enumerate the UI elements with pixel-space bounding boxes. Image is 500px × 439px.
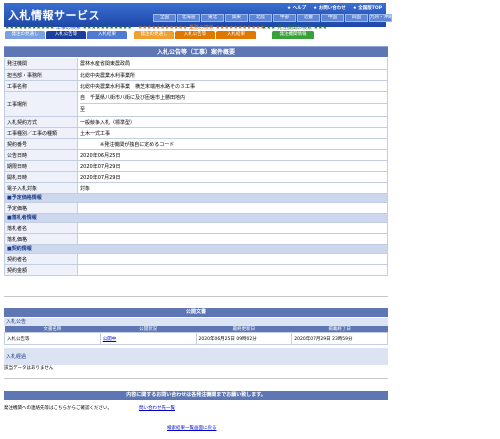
winner-value	[78, 223, 387, 233]
divider	[4, 296, 388, 297]
e-bid-label: 電子入札対象	[5, 183, 78, 193]
table-row: 工事場所 自 千葉県八街市八街に及び匝瑳市上勝田地内 至	[4, 92, 388, 117]
table-row: 入札公告等 公開中 2020年06月25日 09時02分 2020年07月29日…	[4, 332, 388, 345]
utility-links: ★ ヘルプ ★ お問い合わせ ★ 全国版TOP	[287, 5, 382, 11]
deadline-value: 2020年07月29日	[80, 163, 121, 170]
table-row: 公告日時 2020年06月25日	[4, 150, 388, 161]
price-section-header: ■予定価格情報	[4, 194, 388, 203]
notice-date-value: 2020年06月25日	[80, 152, 121, 159]
site-logo[interactable]: 入札情報サービス	[8, 7, 100, 23]
documents-table: 文書名称 公開状況 最終更新日 掲載終了日 入札公告等 公開中 2020年06月…	[4, 326, 388, 345]
agency-label: 発注機関	[5, 58, 78, 69]
region-tab[interactable]: 北海道	[177, 14, 200, 22]
contract-name-value	[78, 254, 387, 264]
tab-services-outlook[interactable]: 発注の見通し	[134, 31, 174, 39]
contact-list-link[interactable]: 問い合わせ先一覧	[139, 405, 175, 411]
tab-construction-notice[interactable]: 入札公告等	[46, 31, 86, 39]
winner-label: 落札者名	[5, 223, 78, 233]
open-date-label: 開札日時	[5, 172, 78, 182]
tab-construction-results[interactable]: 入札結果	[87, 31, 127, 39]
region-tab[interactable]: 四国	[345, 14, 368, 22]
page-title: 入札公告等（工事）案件概要	[4, 46, 388, 57]
documents-header: 公開文書	[4, 308, 388, 317]
table-row: 担当部・事務所 北総中央農業水利事業所	[4, 70, 388, 81]
table-row: 契約者名	[4, 254, 388, 265]
contract-price-value	[78, 265, 387, 275]
table-row: 工事種別／工事の種類 土木一式工事	[4, 128, 388, 139]
region-tab[interactable]: 北陸	[249, 14, 272, 22]
method-label: 入札契約方式	[5, 117, 78, 127]
help-link[interactable]: ★ ヘルプ	[287, 5, 306, 11]
region-tab[interactable]: 中国	[321, 14, 344, 22]
office-value: 北総中央農業水利事業所	[80, 72, 136, 79]
services-search-heading: ★★★★★★★★★★★ 業務の検索 ★★★★★★★★★★★	[138, 25, 265, 31]
region-tab[interactable]: 東北	[201, 14, 224, 22]
contact-link[interactable]: ★ お問い合わせ	[313, 5, 346, 11]
contract-price-label: 契約金額	[5, 265, 78, 275]
table-row: 入札契約方式 一般競争入札（標準型）	[4, 117, 388, 128]
winner-section-header: ■落札者情報	[4, 214, 388, 223]
table-row: 契約金額	[4, 265, 388, 276]
table-row: 開札日時 2020年07月29日	[4, 172, 388, 183]
table-row: 契約番号 ※発注機関が独自に定めるコード	[4, 139, 388, 150]
location-from: 自 千葉県八街市八街に及び匝瑳市上勝田地内	[80, 92, 387, 104]
category-label: 工事種別／工事の種類	[5, 128, 78, 138]
work-name-label: 工事名称	[5, 81, 78, 91]
price-label: 予定価格	[5, 203, 78, 213]
location-to: 至	[80, 107, 86, 113]
notice-date-label: 公告日時	[5, 150, 78, 160]
table-row: 工事名称 北総中央農業水利事業 横芝末端用水路その３工事	[4, 81, 388, 92]
history-empty-text: 該当データはありません	[4, 366, 54, 371]
detail-table: 発注機関 農林水産省関東農政局 担当部・事務所 北総中央農業水利事業所 工事名称…	[4, 58, 388, 276]
category-value: 土木一式工事	[80, 130, 111, 137]
code-label: 契約番号	[5, 139, 78, 149]
region-tab[interactable]: 近畿	[297, 14, 320, 22]
price-value	[78, 203, 387, 213]
winner-price-value	[78, 234, 387, 244]
doc-status-link[interactable]: 公開中	[103, 337, 117, 342]
tab-orderer-info[interactable]: 発注機関情報	[272, 31, 314, 39]
table-row: 期限日時 2020年07月29日	[4, 161, 388, 172]
orderer-search-heading: ★★★ 発注機関の検索 ★★★	[262, 25, 328, 31]
region-tab[interactable]: 九州・沖縄	[369, 14, 392, 22]
open-date-value: 2020年07月29日	[80, 174, 121, 181]
table-row: 発注機関 農林水産省関東農政局	[4, 58, 388, 70]
region-tab[interactable]: 中部	[273, 14, 296, 22]
tab-construction-outlook[interactable]: 発注の見通し	[5, 31, 45, 39]
region-tab[interactable]: 全国	[153, 14, 176, 22]
deadline-label: 期限日時	[5, 161, 78, 171]
history-section-label: 入札経過	[4, 348, 388, 365]
back-to-results-link[interactable]: 検索結果一覧画面に戻る	[167, 425, 217, 431]
table-row: 電子入札対象 対象	[4, 183, 388, 194]
method-value: 一般競争入札（標準型）	[80, 119, 136, 126]
divider	[4, 378, 388, 379]
winner-price-label: 落札価格	[5, 234, 78, 244]
work-name-value: 北総中央農業水利事業 横芝末端用水路その３工事	[80, 83, 196, 90]
location-label: 工事場所	[5, 92, 78, 116]
contact-notice-bar: 内容に関するお問い合わせは各発注機関までお願い致します。	[4, 391, 388, 400]
e-bid-value: 対象	[80, 185, 91, 192]
agency-value: 農林水産省関東農政局	[80, 61, 131, 67]
table-row: 落札価格	[4, 234, 388, 245]
office-label: 担当部・事務所	[5, 70, 78, 80]
tab-services-notice[interactable]: 入札公告等	[175, 31, 215, 39]
contract-section-header: ■契約情報	[4, 245, 388, 254]
doc-end: 2020年07月29日 23時59分	[291, 332, 388, 345]
doc-name: 入札公告等	[4, 332, 101, 345]
doc-updated: 2020年06月25日 09時02分	[195, 332, 293, 345]
table-row: 落札者名	[4, 223, 388, 234]
construction-search-heading: ★★★★★★★★★★★ 工事の検索 ★★★★★★★★★★★	[5, 25, 132, 31]
table-row: 予定価格	[4, 203, 388, 214]
contract-name-label: 契約者名	[5, 254, 78, 264]
notice-section-label: 入札公告	[4, 318, 388, 326]
contact-notice-text: 発注機関への連絡先等はこちらからご確認ください。	[4, 406, 112, 411]
region-nav: 全国 北海道 東北 関東 北陸 中部 近畿 中国 四国 九州・沖縄	[153, 14, 393, 22]
region-tab[interactable]: 関東	[225, 14, 248, 22]
code-value: ※発注機関が独自に定めるコード	[80, 141, 175, 148]
tab-services-results[interactable]: 入札結果	[216, 31, 256, 39]
national-top-link[interactable]: ★ 全国版TOP	[353, 5, 382, 11]
